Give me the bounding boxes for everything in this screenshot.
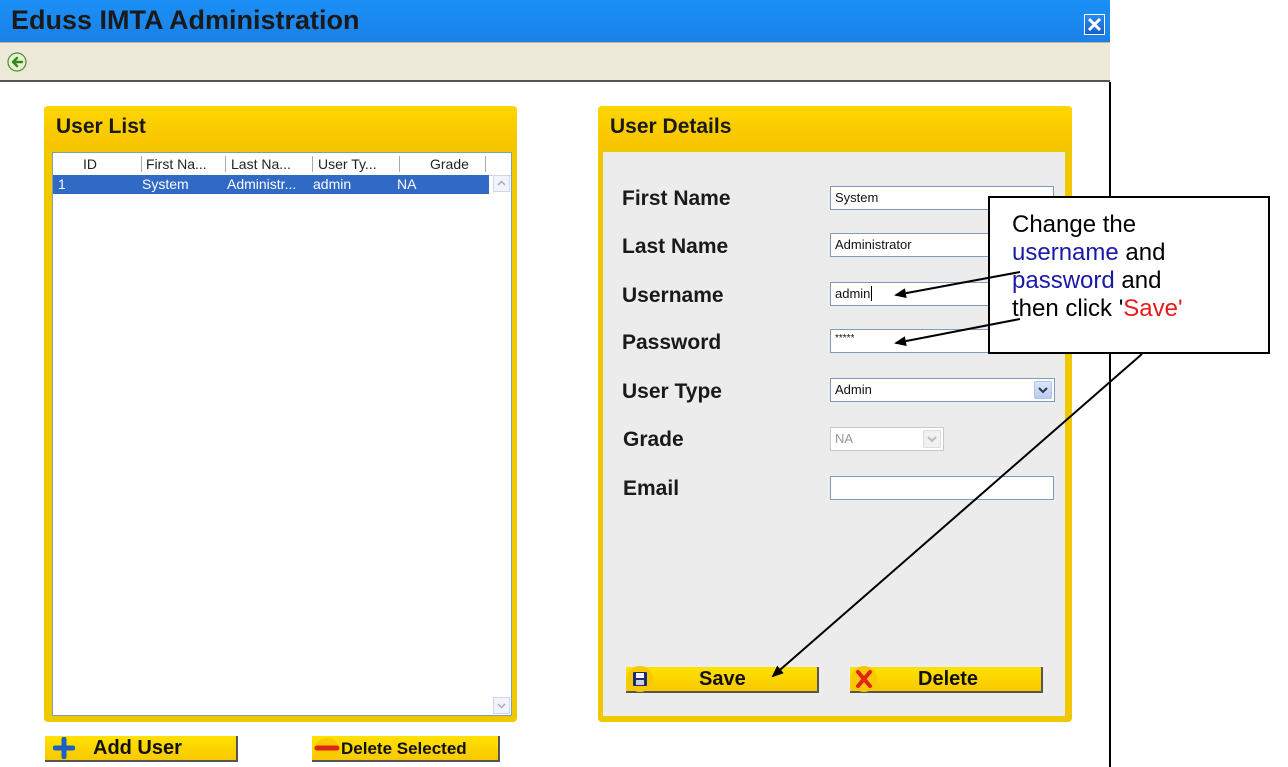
callout-password: password [1012,267,1115,294]
plus-icon [53,737,75,759]
close-button[interactable] [1084,14,1105,35]
column-header-grade[interactable]: Grade [430,156,469,172]
window-right-border [1109,82,1111,767]
first-name-label: First Name [622,187,731,210]
email-label: Email [623,477,680,500]
text-cursor [871,286,873,301]
user-type-select[interactable]: Admin [830,378,1055,402]
column-header-user-type[interactable]: User Ty... [318,156,377,172]
save-label: Save [699,668,746,690]
callout-text: Change the username and password and the… [1012,211,1272,323]
table-header: ID First Na... Last Na... User Ty... Gra… [53,153,511,176]
cell-user-type: admin [313,176,352,192]
delete-selected-label: Delete Selected [341,739,467,758]
delete-button[interactable]: Delete [850,666,1043,693]
callout-line-1: Change the [1012,211,1137,238]
title-bar: Eduss IMTA Administration [0,0,1110,42]
back-button[interactable] [7,52,27,72]
chevron-down-icon [497,703,506,709]
password-label: Password [622,331,722,354]
user-list-title: User List [56,115,146,138]
instruction-callout: Change the username and password and the… [988,196,1270,354]
column-header-id[interactable]: ID [83,156,97,172]
window-title: Eduss IMTA Administration [11,5,360,35]
chevron-down-icon [1038,387,1048,394]
callout-and-1: and [1118,239,1166,266]
grade-dropdown-button [923,430,941,448]
back-arrow-icon [7,52,27,72]
user-list-panel: User List ID First Na... Last Na... User… [44,106,517,722]
delete-selected-button[interactable]: Delete Selected [312,736,500,762]
table-row[interactable]: 1 System Administr... admin NA [53,175,489,194]
chevron-up-icon [497,180,506,186]
user-table[interactable]: ID First Na... Last Na... User Ty... Gra… [52,152,512,716]
grade-value: NA [835,431,854,446]
callout-then-click: then click ' [1012,295,1124,322]
cell-id: 1 [58,176,66,192]
cell-grade: NA [397,176,417,192]
cell-first-name: System [142,176,189,192]
delete-label: Delete [918,668,979,690]
minus-icon [314,738,340,758]
username-label: Username [622,284,724,307]
last-name-label: Last Name [622,235,729,258]
user-details-title: User Details [610,115,732,138]
callout-save: Save [1123,295,1178,322]
user-type-dropdown-button[interactable] [1034,381,1052,399]
user-type-label: User Type [622,380,722,403]
cell-last-name: Administr... [227,176,297,192]
close-icon [1087,17,1102,32]
column-header-last-name[interactable]: Last Na... [231,156,291,172]
grade-label: Grade [623,428,684,451]
user-details-header: User Details [598,106,1072,148]
callout-and-2: and [1114,267,1162,294]
email-field[interactable] [830,476,1054,500]
callout-username: username [1012,239,1119,266]
grade-select: NA [830,427,944,451]
user-list-header: User List [44,106,517,148]
add-user-label: Add User [93,737,182,759]
username-value: admin [835,286,871,301]
user-type-value: Admin [835,382,872,397]
scroll-up-button[interactable] [493,175,510,192]
column-header-first-name[interactable]: First Na... [146,156,207,172]
red-x-icon [851,666,877,692]
save-button[interactable]: Save [626,666,819,693]
floppy-disk-icon [627,666,653,692]
callout-quote: ' [1178,295,1183,322]
scroll-down-button[interactable] [493,697,510,714]
add-user-button[interactable]: Add User [45,736,238,762]
toolbar [0,42,1110,82]
vertical-scrollbar[interactable] [493,175,510,714]
chevron-down-icon [927,436,937,443]
